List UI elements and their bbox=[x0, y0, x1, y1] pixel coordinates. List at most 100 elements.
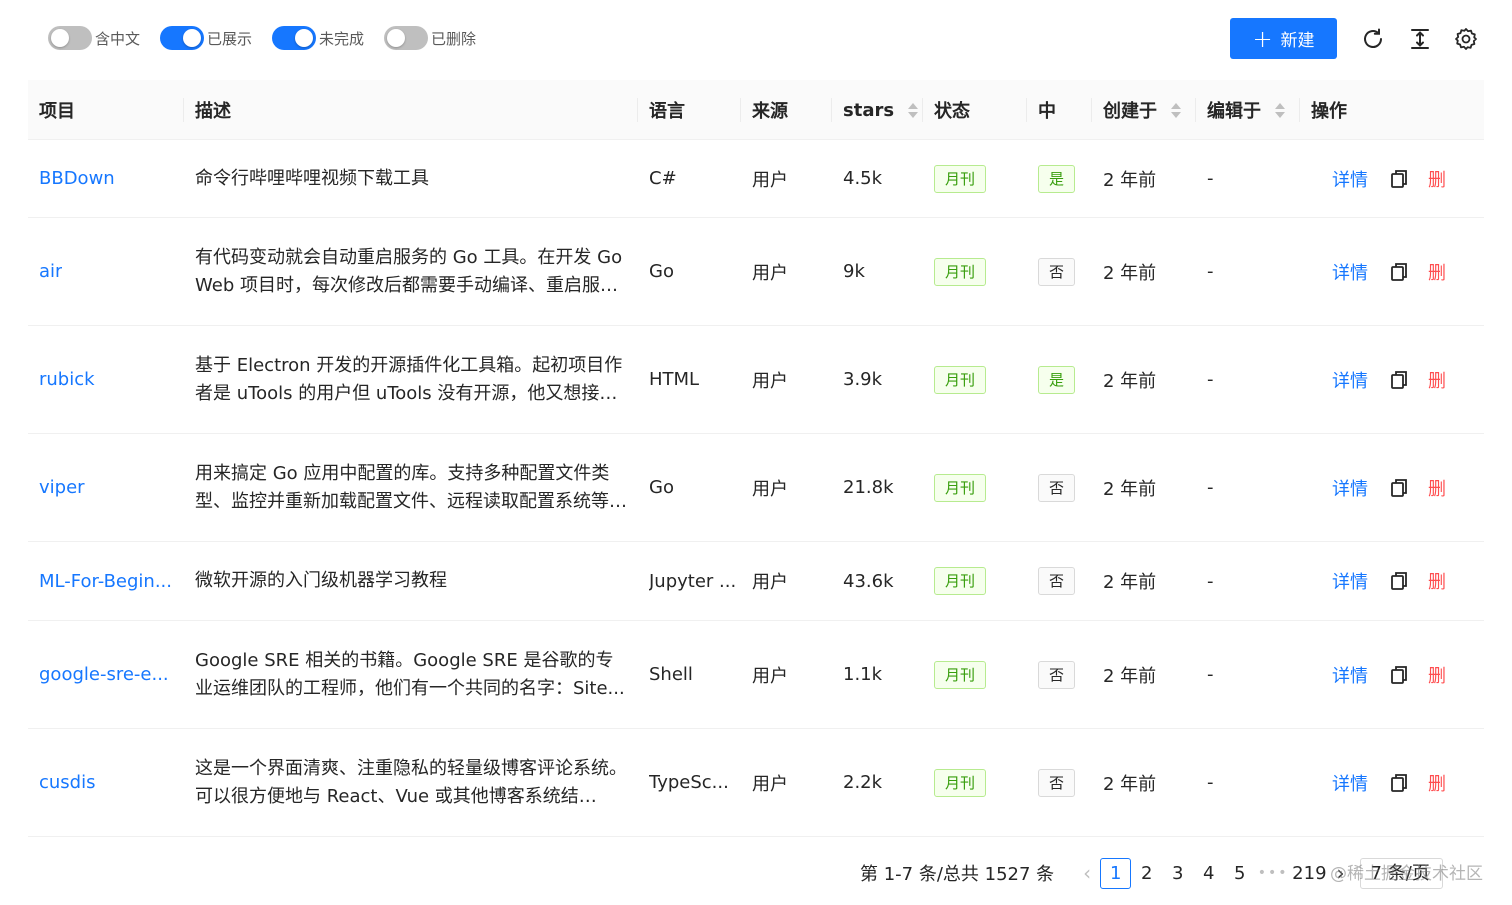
delete-button[interactable]: 删 bbox=[1428, 770, 1446, 796]
chinese-tag: 是 bbox=[1038, 365, 1076, 394]
cell-lang: TypeSc... bbox=[638, 729, 741, 836]
delete-button[interactable]: 删 bbox=[1428, 662, 1446, 688]
cell-lang: Shell bbox=[638, 621, 741, 728]
switch-knob bbox=[295, 29, 314, 47]
table-body: BBDown 命令行哔哩哔哩视频下载工具 C# 用户 4.5k 月刊是 2 年前 - 详情删 ai… bbox=[28, 140, 1484, 837]
project-link[interactable]: BBDown bbox=[39, 168, 115, 189]
page-item-2[interactable]: 2 bbox=[1131, 858, 1162, 889]
cell-edited: - bbox=[1196, 621, 1300, 728]
column-title: 编辑于 bbox=[1207, 101, 1261, 122]
table-row: BBDown 命令行哔哩哔哩视频下载工具 C# 用户 4.5k 月刊 是 2 年前 - 详情 删 bbox=[28, 140, 1484, 218]
sort-icon[interactable] bbox=[908, 102, 919, 118]
switch-shown[interactable] bbox=[160, 26, 205, 50]
detail-button[interactable]: 详情 bbox=[1332, 475, 1368, 501]
project-link[interactable]: cusdis bbox=[39, 772, 96, 793]
cell-zh: 否 bbox=[1027, 542, 1092, 620]
cell-source: 用户 bbox=[741, 542, 832, 620]
copy-icon[interactable] bbox=[1390, 262, 1408, 282]
cell-desc: 用来搞定 Go 应用中配置的库。支持多种配置文件类型、监控并重新加载配置文件、远… bbox=[184, 434, 638, 541]
project-link[interactable]: ML-For-Begin... bbox=[39, 571, 172, 592]
source-text: 用户 bbox=[752, 262, 788, 284]
setting-icon[interactable] bbox=[1453, 26, 1479, 52]
status-tag: 月刊 bbox=[934, 768, 987, 797]
delete-button[interactable]: 删 bbox=[1428, 367, 1446, 393]
cell-source: 用户 bbox=[741, 729, 832, 836]
detail-button[interactable]: 详情 bbox=[1332, 259, 1368, 285]
toggle-unfinished[interactable]: 未完成 bbox=[272, 26, 364, 50]
copy-icon[interactable] bbox=[1390, 571, 1408, 591]
detail-button[interactable]: 详情 bbox=[1332, 367, 1368, 393]
cell-edited: - bbox=[1196, 140, 1300, 217]
table-row: viper 用来搞定 Go 应用中配置的库。支持多种配置文件类型、监控并重新加载配… bbox=[28, 434, 1484, 542]
page-size-select[interactable]: 7 条/页 bbox=[1359, 857, 1443, 889]
cell-created: 2 年前 bbox=[1092, 542, 1196, 620]
next-page-icon[interactable]: › bbox=[1328, 861, 1354, 885]
detail-button[interactable]: 详情 bbox=[1332, 662, 1368, 688]
column-height-icon[interactable] bbox=[1407, 26, 1433, 52]
project-link[interactable]: google-sre-e... bbox=[39, 664, 169, 685]
cell-status: 月刊 bbox=[923, 434, 1027, 541]
new-button[interactable]: + 新建 bbox=[1230, 18, 1337, 59]
sort-icon[interactable] bbox=[1275, 102, 1285, 118]
detail-button[interactable]: 详情 bbox=[1332, 166, 1368, 192]
cell-stars: 21.8k bbox=[832, 434, 923, 541]
project-link[interactable]: viper bbox=[39, 477, 85, 498]
delete-button[interactable]: 删 bbox=[1428, 259, 1446, 285]
cell-project: cusdis bbox=[28, 729, 184, 836]
edited-text: - bbox=[1207, 261, 1214, 282]
switch-has-chinese[interactable] bbox=[48, 26, 92, 50]
cell-desc: 基于 Electron 开发的开源插件化工具箱。起初项目作者是 uTools 的… bbox=[184, 326, 638, 433]
cell-desc: 命令行哔哩哔哩视频下载工具 bbox=[184, 140, 638, 217]
toggle-has-chinese[interactable]: 含中文 bbox=[48, 26, 140, 50]
cell-stars: 4.5k bbox=[832, 140, 923, 217]
cell-actions: 详情 删 bbox=[1300, 621, 1484, 728]
column-header-zh: 中 bbox=[1027, 80, 1092, 140]
prev-page-icon[interactable]: ‹ bbox=[1074, 861, 1100, 885]
column-header-stars[interactable]: stars bbox=[832, 80, 923, 140]
project-link[interactable]: air bbox=[39, 261, 62, 282]
sort-icon[interactable] bbox=[1171, 102, 1181, 118]
description-text: 微软开源的入门级机器学习教程 bbox=[195, 570, 447, 591]
copy-icon[interactable] bbox=[1390, 370, 1408, 390]
cell-source: 用户 bbox=[741, 140, 832, 217]
project-link[interactable]: rubick bbox=[39, 369, 95, 390]
cell-edited: - bbox=[1196, 434, 1300, 541]
detail-button[interactable]: 详情 bbox=[1332, 770, 1368, 796]
delete-button[interactable]: 删 bbox=[1428, 568, 1446, 594]
cell-status: 月刊 bbox=[923, 218, 1027, 325]
language-text: Go bbox=[649, 477, 674, 498]
page-item-3[interactable]: 3 bbox=[1162, 858, 1193, 889]
page-item-5[interactable]: 5 bbox=[1224, 858, 1255, 889]
edited-text: - bbox=[1207, 772, 1214, 793]
copy-icon[interactable] bbox=[1390, 665, 1408, 685]
status-tag: 月刊 bbox=[934, 365, 987, 394]
cell-source: 用户 bbox=[741, 434, 832, 541]
cell-actions: 详情 删 bbox=[1300, 326, 1484, 433]
toggle-deleted[interactable]: 已删除 bbox=[384, 26, 476, 50]
table-header: 项目 描述 语言 来源 stars 状态 中 创建于 编辑于 操作 bbox=[28, 80, 1484, 140]
cell-created: 2 年前 bbox=[1092, 729, 1196, 836]
toggle-shown[interactable]: 已展示 bbox=[160, 26, 252, 50]
cell-desc: Google SRE 相关的书籍。Google SRE 是谷歌的专业运维团队的工… bbox=[184, 621, 638, 728]
stars-text: 2.2k bbox=[843, 772, 883, 793]
projects-table: 项目 描述 语言 来源 stars 状态 中 创建于 编辑于 操作 BBDown… bbox=[28, 80, 1484, 837]
page-item-last[interactable]: 219 bbox=[1291, 858, 1327, 889]
page-item-4[interactable]: 4 bbox=[1193, 858, 1224, 889]
delete-button[interactable]: 删 bbox=[1428, 475, 1446, 501]
switch-deleted[interactable] bbox=[384, 26, 429, 50]
reload-icon[interactable] bbox=[1360, 26, 1386, 52]
column-header-created[interactable]: 创建于 bbox=[1092, 80, 1196, 140]
detail-button[interactable]: 详情 bbox=[1332, 568, 1368, 594]
copy-icon[interactable] bbox=[1390, 478, 1408, 498]
column-header-edited[interactable]: 编辑于 bbox=[1196, 80, 1300, 140]
page-ellipsis[interactable]: ••• bbox=[1255, 865, 1291, 881]
copy-icon[interactable] bbox=[1390, 773, 1408, 793]
cell-status: 月刊 bbox=[923, 326, 1027, 433]
cell-desc: 这是一个界面清爽、注重隐私的轻量级博客评论系统。可以很方便地与 React、Vu… bbox=[184, 729, 638, 836]
table-row: cusdis 这是一个界面清爽、注重隐私的轻量级博客评论系统。可以很方便地与 Re… bbox=[28, 729, 1484, 837]
switch-unfinished[interactable] bbox=[272, 26, 317, 50]
delete-button[interactable]: 删 bbox=[1428, 166, 1446, 192]
page-item-1[interactable]: 1 bbox=[1100, 857, 1132, 889]
copy-icon[interactable] bbox=[1390, 169, 1408, 189]
created-text: 2 年前 bbox=[1103, 478, 1157, 500]
